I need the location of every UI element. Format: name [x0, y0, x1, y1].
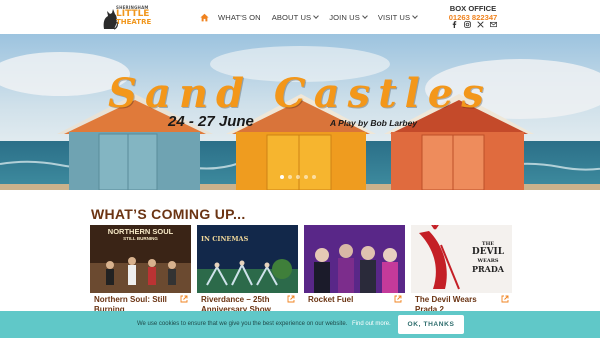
- slider-dots: [280, 175, 316, 179]
- hero-dates: 24 - 27 June: [168, 113, 254, 130]
- event-card[interactable]: THE DEVIL WEARS PRADA The Devil Wears Pr…: [411, 225, 512, 315]
- site-logo[interactable]: SHERINGHAM LITTLE THEATRE: [101, 4, 152, 31]
- poster-caption: DEVIL: [471, 247, 505, 257]
- poster-caption: IN CINEMAS: [201, 235, 249, 243]
- slider-dot[interactable]: [312, 175, 316, 179]
- logo-text: SHERINGHAM LITTLE THEATRE: [116, 6, 152, 26]
- instagram-icon[interactable]: [464, 21, 471, 28]
- chevron-down-icon: [412, 13, 419, 19]
- event-image[interactable]: [304, 225, 405, 293]
- box-office-title: BOX OFFICE: [449, 4, 497, 13]
- slider-dot[interactable]: [288, 175, 292, 179]
- external-link-icon[interactable]: [287, 295, 295, 303]
- poster-caption: NORTHERN SOUL: [107, 227, 174, 236]
- hero-title: Sand Castles: [108, 70, 492, 117]
- hero-banner: Sand Castles 24 - 27 June A Play by Bob …: [0, 34, 600, 190]
- chevron-down-icon: [362, 13, 368, 19]
- rocket-fuel-poster: [304, 225, 405, 293]
- nav-visit-us[interactable]: VISIT US: [377, 12, 419, 22]
- event-image[interactable]: THE DEVIL WEARS PRADA: [411, 225, 512, 293]
- chevron-down-icon: [313, 13, 320, 19]
- nav-visit-us-label: VISIT US: [377, 12, 411, 22]
- event-image[interactable]: IN CINEMAS: [197, 225, 298, 293]
- poster-caption: PRADA: [471, 264, 504, 274]
- event-card[interactable]: Rocket Fuel: [304, 225, 405, 315]
- event-card[interactable]: IN CINEMAS Riverdance – 25th Anniversary…: [197, 225, 298, 315]
- home-icon[interactable]: [200, 13, 209, 22]
- cookie-message: We use cookies to ensure that we give yo…: [137, 321, 348, 327]
- poster-subcaption: STILL BURNING: [123, 236, 158, 241]
- logo-line-3: THEATRE: [116, 18, 152, 26]
- cookie-accept-button[interactable]: OK, THANKS: [398, 315, 464, 334]
- page: SHERINGHAM LITTLE THEATRE WHAT'S ON ABOU…: [0, 0, 600, 338]
- external-link-icon[interactable]: [501, 295, 509, 303]
- nav-join-us-label: JOIN US: [329, 12, 360, 22]
- nav-join-us[interactable]: JOIN US: [329, 12, 368, 22]
- social-links: [451, 21, 497, 28]
- external-link-icon[interactable]: [180, 295, 188, 303]
- email-icon[interactable]: [490, 21, 497, 28]
- hero-byline: A Play by Bob Larbey: [330, 118, 418, 128]
- section-title: WHAT’S COMING UP...: [91, 206, 246, 222]
- nav-whats-on[interactable]: WHAT'S ON: [218, 13, 261, 22]
- box-office: BOX OFFICE 01263 822347: [446, 4, 500, 22]
- nav-about-us-label: ABOUT US: [271, 12, 312, 22]
- facebook-icon[interactable]: [451, 21, 458, 28]
- nav-about-us[interactable]: ABOUT US: [271, 12, 320, 22]
- nav-whats-on-label: WHAT'S ON: [218, 12, 261, 22]
- event-cards: NORTHERN SOUL STILL BURNING Northern Sou…: [90, 225, 512, 315]
- cookie-text: We use cookies to ensure that we give yo…: [137, 321, 391, 327]
- x-icon[interactable]: [477, 21, 484, 28]
- site-header: SHERINGHAM LITTLE THEATRE WHAT'S ON ABOU…: [0, 0, 600, 34]
- slider-dot[interactable]: [304, 175, 308, 179]
- cookie-find-out-more-link[interactable]: Find out more.: [352, 321, 391, 327]
- slider-dot[interactable]: [296, 175, 300, 179]
- main-nav: WHAT'S ON ABOUT US JOIN US VISIT US: [200, 11, 428, 23]
- event-image[interactable]: NORTHERN SOUL STILL BURNING: [90, 225, 191, 293]
- slider-dot[interactable]: [280, 175, 284, 179]
- cookie-banner: We use cookies to ensure that we give yo…: [0, 311, 600, 338]
- external-link-icon[interactable]: [394, 295, 402, 303]
- event-title[interactable]: Rocket Fuel: [308, 295, 390, 305]
- event-card[interactable]: NORTHERN SOUL STILL BURNING Northern Sou…: [90, 225, 191, 315]
